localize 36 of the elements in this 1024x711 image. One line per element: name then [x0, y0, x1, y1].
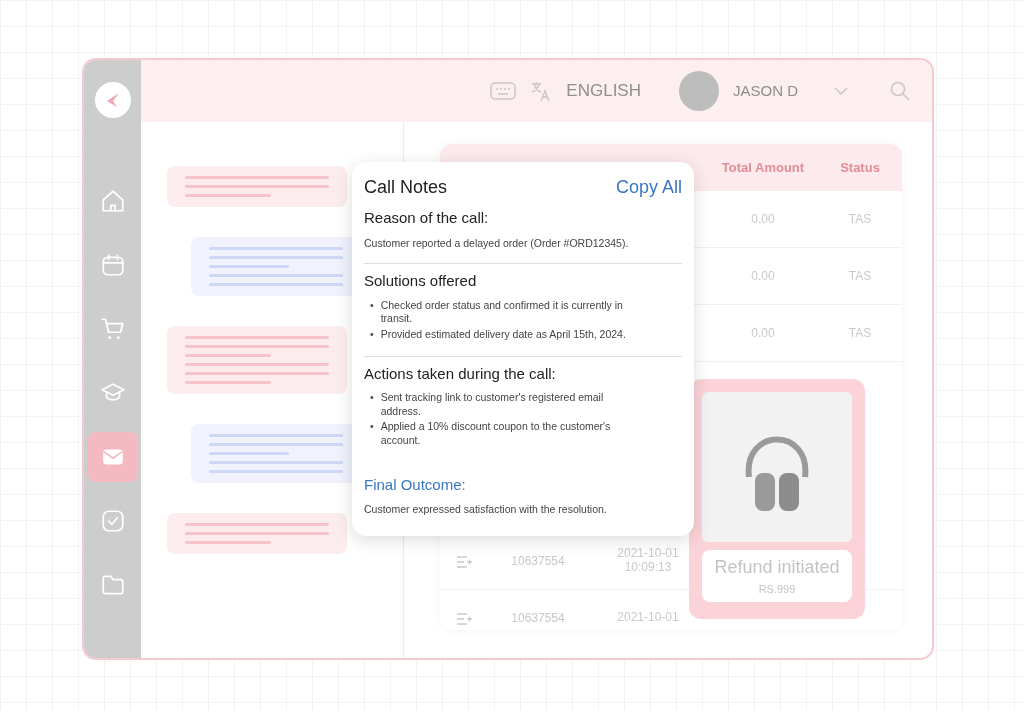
bullet-item: Checked order status and confirmed it is currently in transit.	[380, 298, 624, 327]
calendar-icon	[99, 252, 126, 278]
bullet-marker: •	[370, 420, 374, 435]
section-heading: Actions taken during the call:	[364, 363, 557, 384]
section-heading: Solutions offered	[364, 271, 478, 292]
outcome-text: Customer expressed satisfaction with the resolution.	[364, 502, 608, 518]
section-heading: Reason of the call:	[364, 208, 490, 228]
checkbox-icon	[99, 508, 126, 534]
search-icon[interactable]	[890, 81, 910, 101]
list-add-icon[interactable]	[456, 555, 472, 568]
column-header: Status	[839, 158, 881, 177]
list-add-icon[interactable]	[456, 612, 472, 625]
logo-icon	[94, 82, 131, 118]
popup-title: Call Notes	[364, 176, 448, 199]
chevron-down-icon[interactable]	[834, 87, 848, 95]
outcome-heading: Final Outcome:	[364, 474, 467, 495]
translate-icon[interactable]	[530, 80, 553, 102]
copy-all-button[interactable]: Copy All	[615, 174, 682, 201]
home-icon	[99, 188, 126, 214]
bullet-marker: •	[370, 328, 374, 342]
sidebar-item[interactable]	[87, 432, 138, 482]
bullet-item: Applied a 10% discount coupon to the customer's account.	[380, 420, 612, 448]
refund-status: Refund initiated	[713, 556, 841, 579]
cart-icon	[99, 316, 126, 342]
avatar	[679, 71, 719, 111]
refund-amount: RS.999	[757, 582, 797, 597]
bullet-marker: •	[370, 391, 374, 406]
bullet-item: Provided estimated delivery date as April 15th, 2024.	[380, 328, 626, 342]
folder-icon	[99, 572, 126, 598]
user-name[interactable]: JASON D	[733, 79, 798, 103]
language-label[interactable]: ENGLISH	[566, 78, 641, 104]
bullet-marker: •	[370, 298, 374, 313]
column-header: Total Amount	[720, 158, 806, 177]
section-text: Customer reported a delayed order (Order #ORD12345).	[364, 235, 630, 251]
keyboard-icon[interactable]	[490, 82, 517, 100]
bullet-item: Sent tracking link to customer's registered email address.	[380, 391, 605, 419]
